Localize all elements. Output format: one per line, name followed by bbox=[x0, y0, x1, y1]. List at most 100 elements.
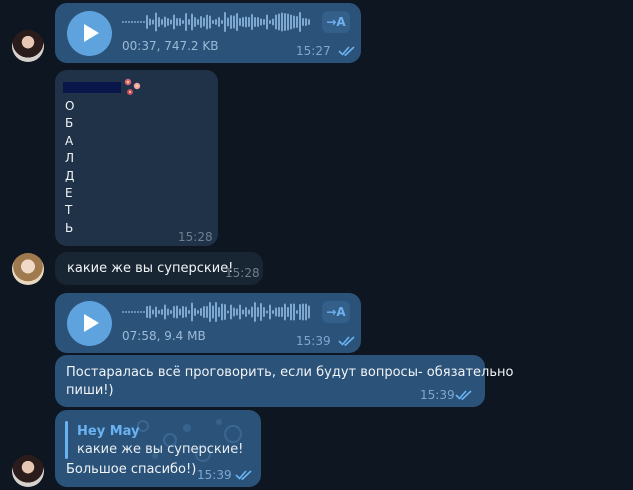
waveform-bar bbox=[224, 304, 226, 320]
waveform-bar bbox=[176, 305, 178, 319]
waveform-bar bbox=[251, 306, 253, 318]
waveform-bar bbox=[140, 311, 142, 313]
message-time: 15:28 bbox=[178, 230, 213, 244]
waveform-bar bbox=[257, 17, 259, 27]
waveform-bar bbox=[206, 306, 208, 318]
letter: О bbox=[65, 99, 75, 113]
waveform-bar bbox=[245, 307, 247, 317]
vertical-letters: О Б А Л Д Е Т Ь bbox=[65, 98, 74, 237]
message-time: 15:39 bbox=[197, 468, 232, 482]
waveform-bar bbox=[170, 19, 172, 25]
waveform-bar bbox=[221, 303, 223, 321]
waveform-bar bbox=[164, 16, 166, 28]
message-text-line: пиши!) bbox=[66, 383, 114, 398]
waveform-bar bbox=[269, 304, 271, 320]
waveform-bar bbox=[254, 17, 256, 27]
waveform-bar bbox=[299, 12, 301, 32]
waveform-bar bbox=[137, 311, 139, 313]
waveform-bar bbox=[188, 19, 190, 25]
waveform-bar bbox=[278, 13, 280, 31]
waveform-bar bbox=[164, 304, 166, 320]
transcribe-button[interactable]: →A bbox=[322, 11, 350, 33]
voice-waveform[interactable] bbox=[122, 11, 312, 33]
waveform-bar bbox=[233, 15, 235, 29]
waveform-bar bbox=[179, 308, 181, 316]
waveform-bar bbox=[179, 18, 181, 26]
waveform-bar bbox=[212, 20, 214, 24]
waveform-bar bbox=[302, 303, 304, 321]
waveform-bar bbox=[143, 21, 145, 23]
letter: Д bbox=[65, 168, 75, 183]
reply-message-bubble[interactable]: Hey May какие же вы суперские! Большое с… bbox=[55, 410, 261, 487]
letter: Е bbox=[65, 185, 73, 200]
waveform-bar bbox=[155, 306, 157, 318]
letter: А bbox=[65, 133, 74, 148]
waveform-bar bbox=[281, 307, 283, 317]
waveform-bar bbox=[221, 20, 223, 24]
waveform-bar bbox=[137, 21, 139, 23]
voice-message-bubble[interactable]: 00:37, 747.2 KB →A 15:27 bbox=[55, 3, 361, 63]
play-button[interactable] bbox=[67, 11, 112, 56]
waveform-bar bbox=[122, 311, 124, 313]
waveform-bar bbox=[155, 12, 157, 32]
message-text: Большое спасибо!) bbox=[66, 462, 197, 477]
play-button[interactable] bbox=[67, 301, 112, 346]
waveform-bar bbox=[290, 303, 292, 321]
waveform-bar bbox=[143, 311, 145, 313]
waveform-bar bbox=[215, 19, 217, 25]
waveform-bar bbox=[275, 307, 277, 317]
waveform-bar bbox=[263, 19, 265, 25]
waveform-bar bbox=[290, 14, 292, 30]
waveform-bar bbox=[278, 307, 280, 317]
waveform-bar bbox=[224, 12, 226, 32]
voice-waveform[interactable] bbox=[122, 301, 312, 323]
waveform-bar bbox=[167, 18, 169, 26]
waveform-bar bbox=[209, 302, 211, 322]
letters-message-bubble[interactable]: О Б А Л Д Е Т Ь 15:28 bbox=[55, 70, 218, 246]
waveform-bar bbox=[242, 17, 244, 27]
waveform-bar bbox=[212, 305, 214, 319]
message-text-line: Постаралась всё проговорить, если будут … bbox=[66, 365, 514, 380]
sender-avatar[interactable] bbox=[12, 30, 44, 62]
waveform-bar bbox=[305, 18, 307, 26]
waveform-bar bbox=[134, 21, 136, 23]
waveform-bar bbox=[140, 21, 142, 23]
reply-quoted-text: какие же вы суперские! bbox=[77, 442, 244, 457]
waveform-bar bbox=[260, 18, 262, 26]
waveform-bar bbox=[134, 311, 136, 313]
letter: Т bbox=[65, 203, 73, 218]
voice-message-bubble[interactable]: 07:58, 9.4 MB →A 15:39 bbox=[55, 293, 361, 353]
waveform-bar bbox=[284, 13, 286, 31]
hidden-text-block bbox=[63, 82, 121, 93]
contact-avatar[interactable] bbox=[12, 253, 44, 285]
waveform-bar bbox=[272, 18, 274, 26]
letter: Ь bbox=[65, 220, 74, 235]
waveform-bar bbox=[263, 307, 265, 317]
waveform-bar bbox=[275, 14, 277, 30]
sender-avatar[interactable] bbox=[12, 455, 44, 487]
waveform-bar bbox=[173, 306, 175, 318]
waveform-bar bbox=[284, 303, 286, 321]
message-time: 15:39 bbox=[420, 388, 455, 402]
letter: Л bbox=[65, 151, 75, 166]
waveform-bar bbox=[194, 308, 196, 316]
waveform-bar bbox=[146, 306, 148, 318]
reply-author: Hey May bbox=[77, 424, 140, 439]
double-check-icon bbox=[235, 470, 252, 480]
waveform-bar bbox=[191, 13, 193, 31]
waveform-bar bbox=[200, 308, 202, 316]
waveform-bar bbox=[281, 12, 283, 32]
transcribe-button[interactable]: →A bbox=[322, 301, 350, 323]
text-message-bubble[interactable]: какие же вы суперские! 15:28 bbox=[55, 252, 263, 285]
waveform-bar bbox=[125, 311, 127, 313]
double-check-icon bbox=[455, 390, 472, 400]
waveform-bar bbox=[191, 302, 193, 322]
waveform-bar bbox=[131, 311, 133, 313]
message-time: 15:39 bbox=[296, 334, 331, 348]
waveform-bar bbox=[152, 19, 154, 25]
reply-quote[interactable]: Hey May какие же вы суперские! bbox=[65, 419, 250, 461]
waveform-bar bbox=[248, 309, 250, 315]
waveform-bar bbox=[200, 16, 202, 28]
text-message-bubble[interactable]: Постаралась всё проговорить, если будут … bbox=[55, 355, 513, 407]
waveform-bar bbox=[236, 308, 238, 316]
